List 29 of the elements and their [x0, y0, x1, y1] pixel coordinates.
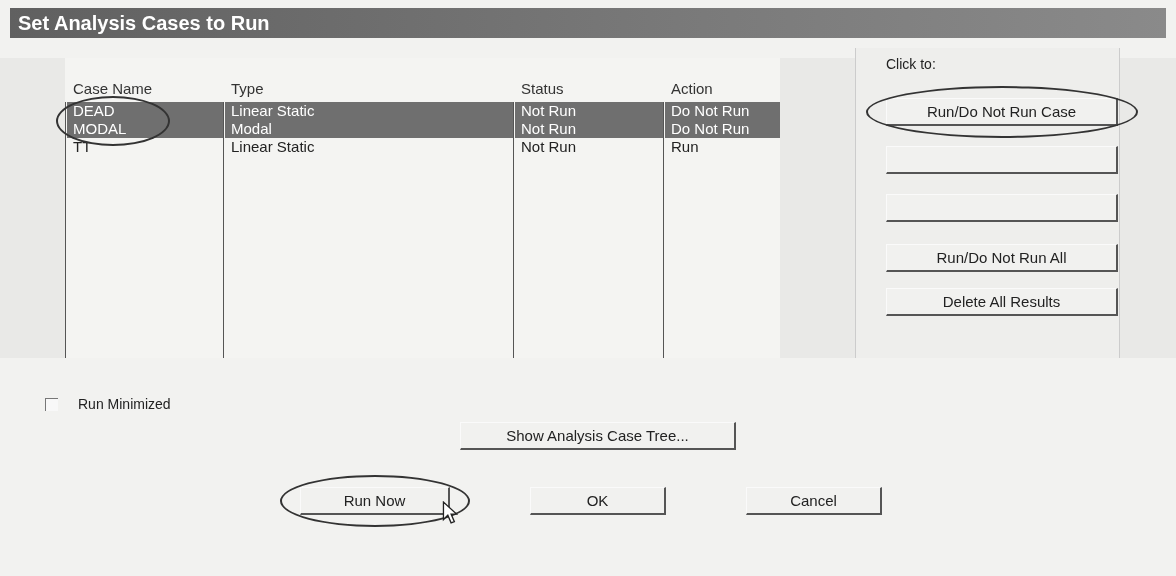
dialog-button[interactable]: Cancel: [746, 487, 882, 515]
table-cell[interactable]: Linear Static: [225, 138, 513, 156]
table-cell[interactable]: Linear Static: [225, 102, 513, 120]
cursor-icon: [442, 501, 458, 525]
table-cell[interactable]: Do Not Run: [665, 120, 780, 138]
dialog-button[interactable]: OK: [530, 487, 666, 515]
action-button[interactable]: Run/Do Not Run Case: [886, 98, 1118, 126]
blank-button[interactable]: [886, 194, 1118, 222]
tree-button[interactable]: Show Analysis Case Tree...: [460, 422, 736, 450]
table-cell[interactable]: Not Run: [515, 138, 663, 156]
table-cell[interactable]: DEAD: [67, 102, 223, 120]
window-title: Set Analysis Cases to Run: [10, 8, 1166, 38]
column-header[interactable]: Type: [223, 80, 513, 102]
table-cell[interactable]: MODAL: [67, 120, 223, 138]
action-button[interactable]: Delete All Results: [886, 288, 1118, 316]
action-button[interactable]: Run/Do Not Run All: [886, 244, 1118, 272]
table-cell[interactable]: Modal: [225, 120, 513, 138]
checkbox-label: Run Minimized: [78, 396, 171, 412]
table-cell[interactable]: Run: [665, 138, 780, 156]
table-cell[interactable]: Do Not Run: [665, 102, 780, 120]
column-header[interactable]: Case Name: [65, 80, 223, 102]
table-cell[interactable]: Not Run: [515, 120, 663, 138]
table-cell[interactable]: Not Run: [515, 102, 663, 120]
column-header[interactable]: Status: [513, 80, 663, 102]
column-header[interactable]: Action: [663, 80, 780, 102]
panel-label: Click to:: [886, 55, 936, 74]
blank-button[interactable]: [886, 146, 1118, 174]
dialog-button[interactable]: Run Now: [300, 487, 450, 515]
checkbox[interactable]: [45, 397, 58, 411]
